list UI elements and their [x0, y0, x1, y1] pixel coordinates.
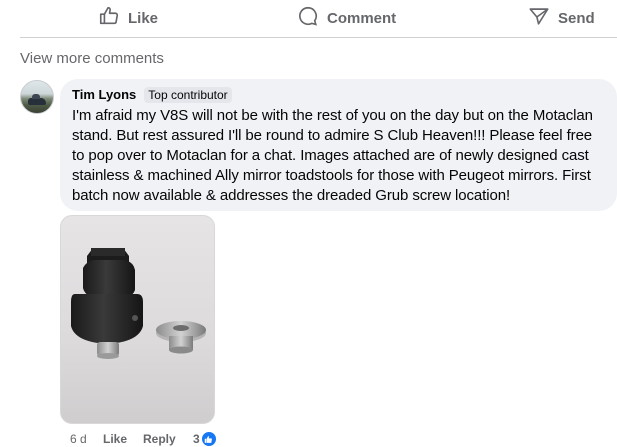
avatar[interactable] [20, 80, 54, 114]
view-more-comments-link[interactable]: View more comments [20, 50, 164, 67]
mirror-toadstools-image [71, 248, 206, 359]
comment-bubble: Tim Lyons Top contributor I'm afraid my … [60, 79, 617, 211]
like-reaction-icon[interactable] [200, 431, 217, 447]
like-button-label: Like [128, 9, 159, 27]
like-button[interactable]: Like [98, 4, 158, 32]
send-icon [528, 5, 550, 31]
reaction-count[interactable]: 3 [193, 432, 200, 446]
attached-photo[interactable] [60, 215, 215, 424]
post-action-bar: Like Comment Send [0, 0, 617, 37]
comment-text: I'm afraid my V8S will not be with the r… [72, 107, 593, 204]
comment-button[interactable]: Comment [297, 4, 396, 32]
comment-like-button[interactable]: Like [103, 432, 143, 446]
send-button[interactable]: Send [528, 4, 595, 32]
comment-timestamp[interactable]: 6 d [70, 432, 103, 446]
avatar-car-image [28, 94, 46, 105]
comment-bubble-icon [297, 5, 319, 31]
thumbs-up-icon [98, 5, 120, 31]
send-button-label: Send [558, 9, 595, 27]
divider [20, 37, 617, 38]
top-contributor-badge: Top contributor [144, 86, 232, 103]
comment-author[interactable]: Tim Lyons [72, 87, 136, 102]
comment-reply-button[interactable]: Reply [143, 432, 193, 446]
comment-meta-row: 6 d Like Reply 3 [70, 431, 217, 447]
comment-button-label: Comment [327, 9, 397, 27]
